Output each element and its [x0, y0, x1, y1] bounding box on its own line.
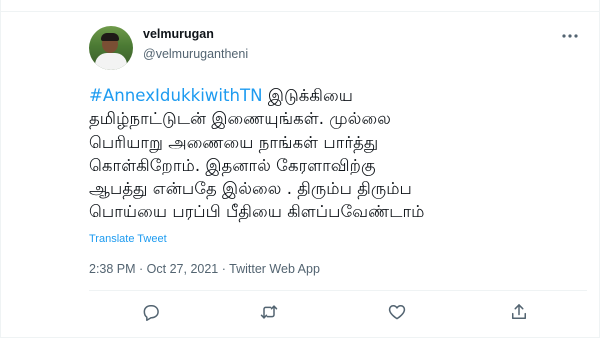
tweet-text-line-3: பெரியாறு அணையை நாங்கள் பார்த்து [89, 132, 379, 152]
more-options-icon[interactable] [559, 28, 581, 44]
tweet-metadata: 2:38 PM · Oct 27, 2021 · Twitter Web App [89, 262, 320, 276]
tweet-text-line-1-rest: இடுக்கியை [262, 86, 353, 105]
action-bar [89, 300, 587, 324]
hashtag-link[interactable]: #AnnexIdukkiwithTN [89, 86, 263, 105]
reply-icon[interactable] [139, 300, 163, 324]
avatar-shirt [95, 53, 127, 70]
like-icon[interactable] [385, 300, 409, 324]
tweet-text: #AnnexIdukkiwithTN இடுக்கியை தமிழ்நாட்டு… [89, 84, 589, 224]
meta-separator: · [135, 262, 147, 276]
actions-divider [89, 290, 587, 291]
share-icon[interactable] [507, 300, 531, 324]
tweet-date[interactable]: Oct 27, 2021 [147, 262, 219, 276]
meta-separator: · [218, 262, 230, 276]
tweet-text-line-5: ஆபத்து என்பதே இல்லை . திரும்ப திரும்ப [89, 179, 412, 199]
retweet-icon[interactable] [257, 300, 281, 324]
tweet-card: velmurugan @velmurugantheni #AnnexIdukki… [0, 0, 600, 338]
tweet-time[interactable]: 2:38 PM [89, 262, 136, 276]
top-divider [1, 0, 600, 12]
avatar[interactable] [89, 26, 133, 70]
tweet-text-line-6: பொய்யை பரப்பி பீதியை கிளப்பவேண்டாம் [89, 202, 425, 222]
user-handle[interactable]: @velmurugantheni [143, 47, 248, 61]
translate-tweet-link[interactable]: Translate Tweet [89, 233, 167, 245]
avatar-hair [101, 33, 119, 41]
tweet-text-line-2: தமிழ்நாட்டுடன் இணையுங்கள். முல்லை [89, 109, 391, 129]
tweet-text-line-4: கொள்கிறோம். இதனால் கேரளாவிற்கு [89, 155, 376, 175]
display-name[interactable]: velmurugan [143, 27, 214, 41]
tweet-source[interactable]: Twitter Web App [229, 262, 320, 276]
